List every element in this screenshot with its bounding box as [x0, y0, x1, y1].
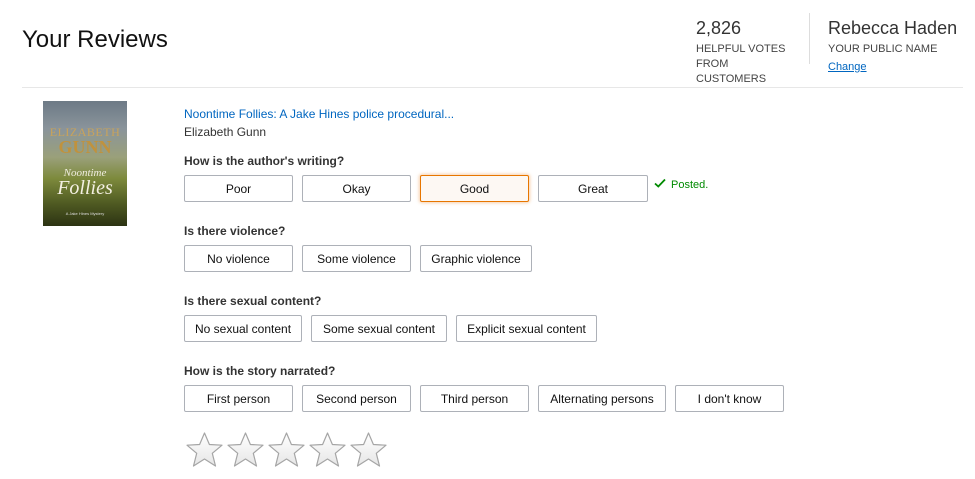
book-title-link[interactable]: Noontime Follies: A Jake Hines police pr…: [184, 107, 454, 121]
option-no-sexual-content[interactable]: No sexual content: [184, 315, 302, 342]
helpful-votes-count: 2,826: [696, 18, 742, 38]
cover-title-line2: Follies: [57, 177, 113, 199]
public-name: Rebecca Haden: [828, 18, 958, 38]
star-icon-2[interactable]: [225, 431, 266, 469]
checkmark-icon: [654, 178, 666, 191]
book-cover[interactable]: ELIZABETH GUNN Noontime Follies A Jake H…: [43, 101, 127, 226]
question-sexual-content: Is there sexual content?: [184, 294, 322, 308]
option-alternating-persons[interactable]: Alternating persons: [538, 385, 666, 412]
helpful-votes: 2,826 HELPFUL VOTES FROM CUSTOMERS: [696, 17, 796, 87]
option-okay[interactable]: Okay: [302, 175, 411, 202]
question-violence: Is there violence?: [184, 224, 286, 238]
star-icon-4[interactable]: [307, 431, 348, 469]
helpful-votes-label-line1: HELPFUL VOTES: [696, 43, 786, 55]
star-rating: [184, 431, 389, 469]
writing-options: Poor Okay Good Great: [184, 175, 648, 202]
page-title: Your Reviews: [22, 26, 168, 53]
public-name-label: YOUR PUBLIC NAME: [828, 43, 938, 55]
option-good[interactable]: Good: [420, 175, 529, 202]
question-narration: How is the story narrated?: [184, 364, 336, 378]
option-poor[interactable]: Poor: [184, 175, 293, 202]
option-graphic-violence[interactable]: Graphic violence: [420, 245, 532, 272]
option-some-violence[interactable]: Some violence: [302, 245, 411, 272]
posted-text: Posted.: [671, 178, 709, 191]
option-third-person[interactable]: Third person: [420, 385, 529, 412]
posted-status: Posted.: [654, 178, 708, 191]
cover-author-line2: GUNN: [58, 137, 112, 157]
helpful-votes-label-line2: FROM CUSTOMERS: [696, 58, 767, 85]
helpful-votes-label: HELPFUL VOTES FROM CUSTOMERS: [696, 42, 796, 87]
option-no-violence[interactable]: No violence: [184, 245, 293, 272]
cover-subtitle: A Jake Hines Mystery: [65, 211, 105, 216]
public-profile: Rebecca Haden YOUR PUBLIC NAME Change: [828, 17, 957, 75]
option-some-sexual-content[interactable]: Some sexual content: [311, 315, 447, 342]
option-great[interactable]: Great: [538, 175, 648, 202]
option-first-person[interactable]: First person: [184, 385, 293, 412]
narration-options: First person Second person Third person …: [184, 385, 784, 412]
option-explicit-sexual-content[interactable]: Explicit sexual content: [456, 315, 597, 342]
option-second-person[interactable]: Second person: [302, 385, 411, 412]
option-dont-know[interactable]: I don't know: [675, 385, 784, 412]
header-separator: [22, 87, 963, 88]
question-writing: How is the author's writing?: [184, 154, 345, 168]
change-name-link[interactable]: Change: [828, 61, 867, 73]
sexual-content-options: No sexual content Some sexual content Ex…: [184, 315, 597, 342]
star-icon-5[interactable]: [348, 431, 389, 469]
book-author: Elizabeth Gunn: [184, 125, 267, 139]
violence-options: No violence Some violence Graphic violen…: [184, 245, 532, 272]
star-icon-1[interactable]: [184, 431, 225, 469]
star-icon-3[interactable]: [266, 431, 307, 469]
header-divider: [809, 13, 810, 64]
